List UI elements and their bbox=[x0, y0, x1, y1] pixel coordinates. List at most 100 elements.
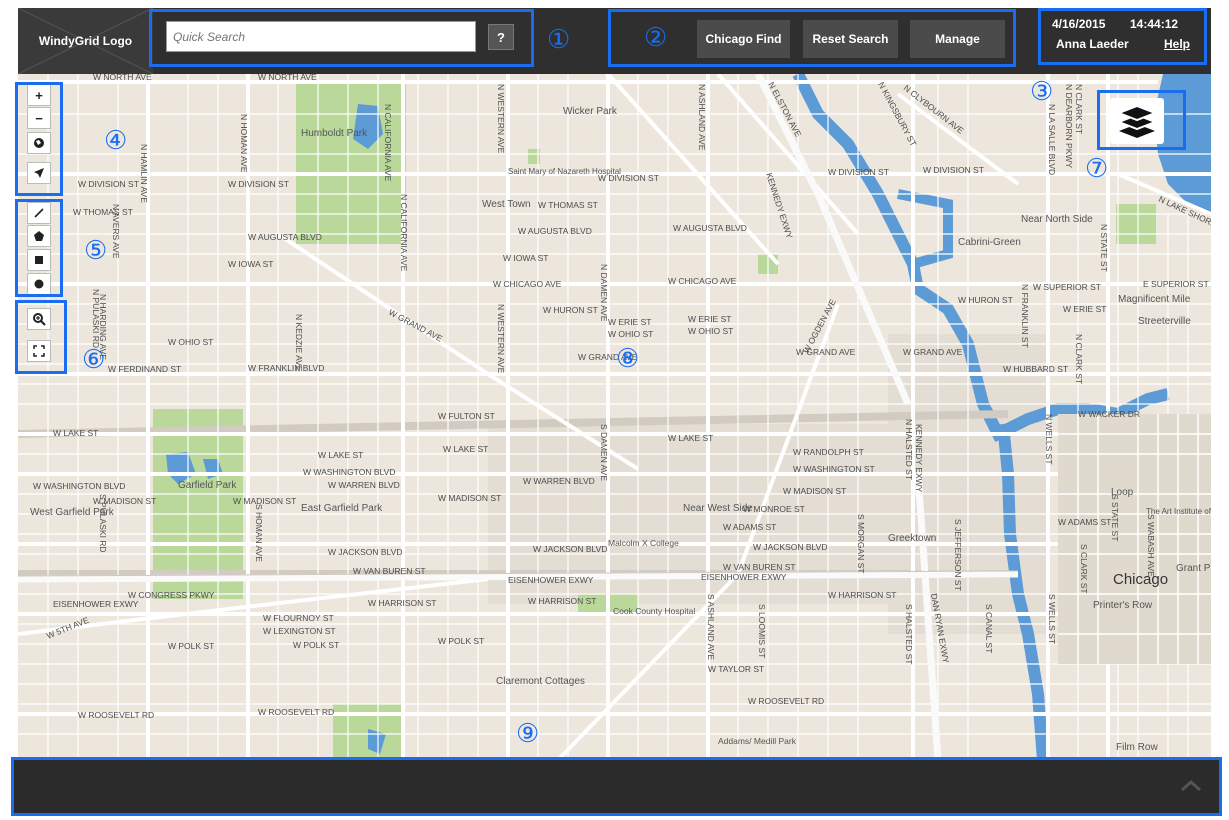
place-label-cook-county-hospital: Cook County Hospital bbox=[613, 606, 695, 616]
street-label-s-pulaski-rd: S PULASKI RD bbox=[98, 494, 108, 553]
street-label: W CHICAGO AVE bbox=[668, 276, 737, 286]
street-label-s-homan-ave: S HOMAN AVE bbox=[254, 504, 264, 562]
street-label: W VAN BUREN ST bbox=[723, 562, 796, 572]
place-label-art-institute: The Art Institute of Chicago bbox=[1146, 507, 1211, 516]
street-label: W HURON ST bbox=[958, 295, 1013, 305]
annotation-number-8: ⑧ bbox=[616, 344, 640, 374]
street-label-s-canal-st: S CANAL ST bbox=[984, 604, 994, 653]
street-label-eisenhower-exwy: EISENHOWER EXWY bbox=[508, 575, 594, 585]
street-label-w-erie-st: W ERIE ST bbox=[608, 317, 651, 327]
street-label: W ERIE ST bbox=[688, 314, 731, 324]
street-label: W GRAND AVE bbox=[903, 347, 963, 357]
place-label-saint-mary-hospital: Saint Mary of Nazareth Hospital bbox=[508, 167, 621, 176]
street-label: W DIVISION ST bbox=[228, 179, 289, 189]
street-label-w-north-ave: W NORTH AVE bbox=[93, 74, 152, 82]
place-label-humboldt-park: Humboldt Park bbox=[301, 128, 368, 139]
street-label-w-adams-st: W ADAMS ST bbox=[723, 522, 776, 532]
street-label-w-thomas-st: W THOMAS ST bbox=[73, 207, 133, 217]
street-label-w-flournoy-st: W FLOURNOY ST bbox=[263, 613, 334, 623]
street-label-w-hubbard-st: W HUBBARD ST bbox=[1003, 364, 1068, 374]
place-label-wicker-park: Wicker Park bbox=[563, 106, 618, 117]
street-label-n-california-ave: N CALIFORNIA AVE bbox=[383, 104, 393, 182]
street-label-n-pulaski-rd: N PULASKI RD bbox=[91, 289, 101, 348]
street-label-w-lexington-st: W LEXINGTON ST bbox=[263, 626, 336, 636]
street-label: EISENHOWER EXWY bbox=[53, 599, 139, 609]
highlight-box-zoom-controls bbox=[15, 300, 67, 374]
windygrid-app: WindyGrid Logo ? Chicago Find Reset Sear… bbox=[0, 0, 1229, 820]
street-label: W AUGUSTA BLVD bbox=[518, 226, 592, 236]
place-label-near-west-side: Near West Side bbox=[683, 503, 753, 514]
street-label: W WASHINGTON BLVD bbox=[33, 481, 125, 491]
street-label-s-damen-ave: S DAMEN AVE bbox=[599, 424, 609, 481]
street-label: W ROOSEVELT RD bbox=[748, 696, 824, 706]
street-label: W DIVISION ST bbox=[828, 167, 889, 177]
street-label-w-van-buren-st: W VAN BUREN ST bbox=[353, 566, 426, 576]
place-label-garfield-park: Garfield Park bbox=[178, 480, 237, 491]
highlight-box-layers bbox=[1097, 90, 1186, 150]
street-label-s-state-st: S STATE ST bbox=[1110, 494, 1120, 541]
street-label: W ADAMS ST bbox=[1058, 517, 1111, 527]
street-label-w-harrison-st: W HARRISON ST bbox=[368, 598, 436, 608]
place-label-cabrini-green: Cabrini-Green bbox=[958, 237, 1021, 248]
city-label-chicago: Chicago bbox=[1113, 571, 1168, 588]
street-label: W OHIO ST bbox=[688, 326, 733, 336]
street-label: W HARRISON ST bbox=[828, 590, 896, 600]
annotation-number-7: ⑦ bbox=[1085, 154, 1109, 184]
place-label-malcolm-x-college: Malcolm X College bbox=[608, 538, 679, 548]
street-label-n-dearborn-pkwy: N DEARBORN PKWY bbox=[1064, 84, 1074, 168]
street-label-n-damen-ave: N DAMEN AVE bbox=[599, 264, 609, 322]
place-label-east-garfield-park: East Garfield Park bbox=[301, 503, 383, 514]
street-label: W POLK ST bbox=[293, 640, 339, 650]
street-label: EISENHOWER EXWY bbox=[701, 572, 787, 582]
map-canvas[interactable]: W NORTH AVE W NORTH AVE W DIVISION ST W … bbox=[18, 74, 1211, 760]
place-label-greektown: Greektown bbox=[888, 533, 936, 544]
street-label-n-ashland-ave: N ASHLAND AVE bbox=[697, 84, 707, 151]
street-label: W LAKE ST bbox=[668, 433, 713, 443]
street-label-w-augusta-blvd: W AUGUSTA BLVD bbox=[248, 232, 322, 242]
street-label-n-wells-st: N WELLS ST bbox=[1044, 414, 1054, 465]
annotation-number-5: ⑤ bbox=[84, 236, 108, 266]
place-label-addams-medill-park: Addams/ Medill Park bbox=[718, 736, 797, 746]
place-label-near-north-side: Near North Side bbox=[1021, 214, 1093, 225]
street-label-s-wabash-ave: S WABASH AVE bbox=[1146, 514, 1156, 577]
annotation-number-2: ② bbox=[644, 23, 668, 53]
map-tiles: W NORTH AVE W NORTH AVE W DIVISION ST W … bbox=[18, 74, 1211, 760]
street-label: W MADISON ST bbox=[783, 486, 846, 496]
street-label: W LAKE ST bbox=[443, 444, 488, 454]
street-label: N CLARK ST bbox=[1074, 334, 1084, 384]
place-label-claremont-cottages: Claremont Cottages bbox=[496, 676, 585, 687]
street-label: W ERIE ST bbox=[1063, 304, 1106, 314]
logo: WindyGrid Logo bbox=[18, 8, 153, 74]
street-label-s-halsted-st: S HALSTED ST bbox=[904, 604, 914, 664]
street-label-w-iowa-st: W IOWA ST bbox=[228, 259, 274, 269]
street-label-w-randolph-st: W RANDOLPH ST bbox=[793, 447, 864, 457]
street-label-n-western-ave: N WESTERN AVE bbox=[496, 84, 506, 154]
street-label-w-franklin-blvd: W FRANKLIN BLVD bbox=[248, 363, 324, 373]
street-label-n-avers-ave: N AVERS AVE bbox=[111, 204, 121, 259]
street-label: W HARRISON ST bbox=[528, 596, 596, 606]
street-label: W DIVISION ST bbox=[923, 165, 984, 175]
highlight-box-user bbox=[1038, 8, 1207, 65]
street-label-s-clark-st: S CLARK ST bbox=[1079, 544, 1089, 594]
street-label-w-washington-st: W WASHINGTON ST bbox=[793, 464, 875, 474]
street-label: W NORTH AVE bbox=[258, 74, 317, 82]
place-label-grant-park: Grant Park bbox=[1176, 563, 1211, 574]
street-label-w-superior-st: W SUPERIOR ST bbox=[1033, 282, 1101, 292]
highlight-box-draw-controls bbox=[15, 199, 63, 297]
street-label-n-homan-ave: N HOMAN AVE bbox=[239, 114, 249, 173]
street-label-w-warren-blvd: W WARREN BLVD bbox=[328, 480, 400, 490]
place-label-west-garfield-park: West Garfield Park bbox=[30, 507, 115, 518]
highlight-box-buttons bbox=[608, 9, 1016, 67]
street-label-n-halsted-st: N HALSTED ST bbox=[904, 419, 914, 480]
street-label: W WARREN BLVD bbox=[523, 476, 595, 486]
street-label: W JACKSON BLVD bbox=[753, 542, 827, 552]
street-label-w-jackson-blvd: W JACKSON BLVD bbox=[328, 547, 402, 557]
street-label-w-wacker-dr: W WACKER DR bbox=[1078, 409, 1140, 419]
street-label-w-roosevelt-rd: W ROOSEVELT RD bbox=[78, 710, 154, 720]
annotation-number-3: ③ bbox=[1030, 77, 1054, 107]
street-label-n-la-salle-blvd: N LA SALLE BLVD bbox=[1047, 104, 1057, 175]
street-label-n-hamlin-ave: N HAMLIN AVE bbox=[139, 144, 149, 203]
street-label: W AUGUSTA BLVD bbox=[673, 223, 747, 233]
street-label-s-ashland-ave: S ASHLAND AVE bbox=[706, 594, 716, 660]
place-label-printers-row: Printer's Row bbox=[1093, 600, 1153, 611]
